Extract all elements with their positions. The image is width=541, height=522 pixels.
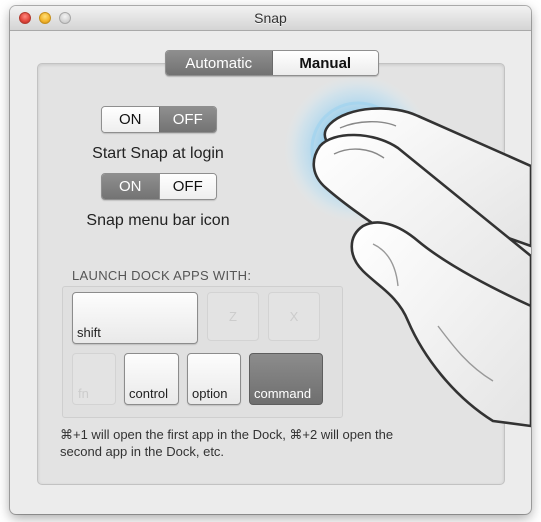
menubar-caption: Snap menu bar icon [86, 212, 230, 229]
shift-key[interactable]: shift [72, 292, 198, 344]
tab-manual[interactable]: Manual [272, 51, 378, 75]
title-bar[interactable]: Snap [10, 6, 531, 31]
login-toggle: ON OFF [101, 106, 217, 133]
launch-section-title: LAUNCH DOCK APPS WITH: [72, 268, 252, 283]
hand-two-finger-tap-icon [284, 76, 531, 428]
login-off-button[interactable]: OFF [158, 107, 216, 132]
tab-automatic[interactable]: Automatic [166, 51, 273, 75]
option-key[interactable]: option [187, 353, 241, 405]
mode-tabs: Automatic Manual [165, 50, 379, 76]
menubar-on-button[interactable]: ON [102, 174, 159, 199]
z-key: Z [207, 292, 259, 341]
menubar-toggle: ON OFF [101, 173, 217, 200]
snap-window: Snap Automatic Manual ON OFF Start Snap … [10, 6, 531, 514]
fn-key: fn [72, 353, 116, 405]
login-on-button[interactable]: ON [102, 107, 159, 132]
window-title: Snap [254, 10, 287, 26]
control-key[interactable]: control [124, 353, 179, 405]
login-caption: Start Snap at login [92, 145, 224, 162]
hint-line-2: second app in the Dock, etc. [60, 444, 225, 459]
menubar-off-button[interactable]: OFF [158, 174, 216, 199]
